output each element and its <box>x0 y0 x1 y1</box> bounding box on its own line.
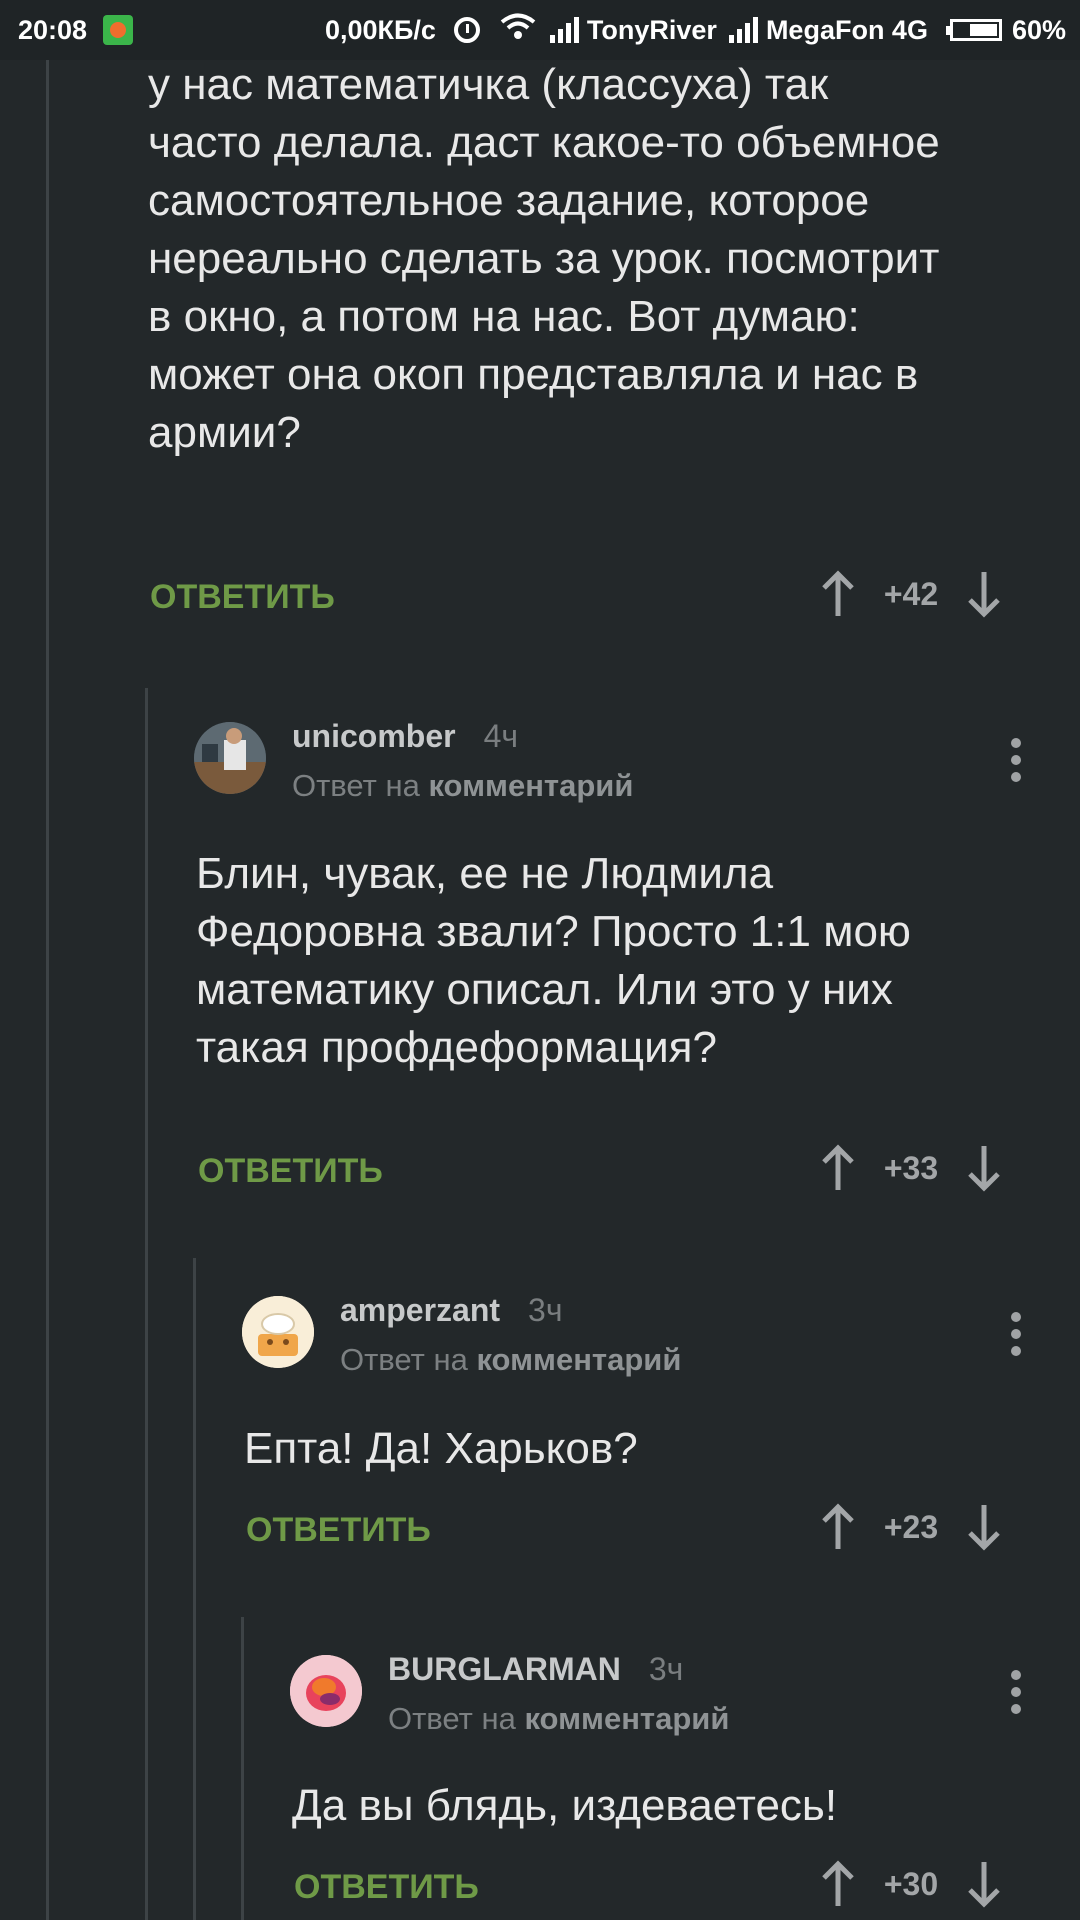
avatar[interactable] <box>194 722 266 794</box>
arrow-up-icon[interactable] <box>820 1144 856 1192</box>
status-bar: 20:08 0,00КБ/с TonyRiver MegaFon 4G 60% <box>0 0 1080 60</box>
score: +33 <box>883 1149 939 1186</box>
comment-time: 3ч <box>648 1651 684 1687</box>
arrow-down-icon[interactable] <box>966 1144 1002 1192</box>
arrow-up-icon[interactable] <box>820 1860 856 1908</box>
vote-controls: +42 <box>820 570 1002 618</box>
reply-button[interactable]: ОТВЕТИТЬ <box>294 1868 479 1907</box>
reply-target-link[interactable]: комментарий <box>428 768 633 803</box>
more-vertical-icon[interactable] <box>1010 738 1022 782</box>
comment-text: Да вы блядь, издеваетесь! <box>292 1781 838 1830</box>
score: +42 <box>883 575 939 612</box>
reply-to-line: Ответ на комментарий <box>292 768 633 804</box>
reply-to-line: Ответ на комментарий <box>388 1701 729 1737</box>
carrier-1: TonyRiver <box>586 14 717 45</box>
notification-app-icon <box>103 15 134 45</box>
alarm-icon <box>453 17 480 43</box>
arrow-down-icon[interactable] <box>966 1860 1002 1908</box>
arrow-down-icon[interactable] <box>966 1503 1002 1551</box>
author-name[interactable]: amperzant <box>340 1292 500 1328</box>
comment-text: у нас математичка (классуха) так часто д… <box>148 60 940 457</box>
comment-text: Епта! Да! Харьков? <box>244 1424 638 1473</box>
reply-button[interactable]: ОТВЕТИТЬ <box>198 1152 383 1191</box>
signal-icon <box>728 17 758 43</box>
reply-button[interactable]: ОТВЕТИТЬ <box>150 578 335 617</box>
arrow-down-icon[interactable] <box>966 570 1002 618</box>
author-name[interactable]: unicomber <box>292 718 456 754</box>
thread-line[interactable] <box>46 60 49 1920</box>
status-time: 20:08 <box>18 14 88 45</box>
thread-line[interactable] <box>145 688 148 1920</box>
author-line: amperzant 3ч <box>340 1292 563 1329</box>
score: +30 <box>883 1865 939 1902</box>
reply-button[interactable]: ОТВЕТИТЬ <box>246 1511 431 1550</box>
comment-time: 4ч <box>483 718 519 754</box>
author-line: unicomber 4ч <box>292 718 518 755</box>
vote-controls: +33 <box>820 1144 1002 1192</box>
battery-icon <box>945 19 1002 41</box>
thread-line[interactable] <box>241 1617 244 1920</box>
reply-target-link[interactable]: комментарий <box>524 1701 729 1736</box>
more-vertical-icon[interactable] <box>1010 1312 1022 1356</box>
author-line: BURGLARMAN 3ч <box>388 1651 683 1688</box>
battery-percent: 60% <box>1011 14 1066 45</box>
reply-target-link[interactable]: комментарий <box>476 1342 681 1377</box>
vote-controls: +23 <box>820 1503 1002 1551</box>
avatar[interactable] <box>242 1296 314 1368</box>
reply-prefix: Ответ на <box>388 1701 516 1736</box>
score: +23 <box>883 1508 939 1545</box>
comment-text: Блин, чувак, ее не Людмила Федоровна зва… <box>196 849 911 1072</box>
avatar[interactable] <box>290 1655 362 1727</box>
reply-to-line: Ответ на комментарий <box>340 1342 681 1378</box>
reply-prefix: Ответ на <box>292 768 420 803</box>
comment-time: 3ч <box>528 1292 563 1328</box>
more-vertical-icon[interactable] <box>1010 1670 1022 1714</box>
network-speed: 0,00КБ/с <box>324 14 436 45</box>
signal-icon <box>549 17 579 43</box>
carrier-2: MegaFon 4G <box>765 14 928 45</box>
wifi-icon <box>500 13 536 48</box>
arrow-up-icon[interactable] <box>820 1503 856 1551</box>
thread-line[interactable] <box>193 1258 196 1920</box>
reply-prefix: Ответ на <box>340 1342 468 1377</box>
author-name[interactable]: BURGLARMAN <box>388 1651 621 1687</box>
arrow-up-icon[interactable] <box>820 570 856 618</box>
vote-controls: +30 <box>820 1860 1002 1908</box>
